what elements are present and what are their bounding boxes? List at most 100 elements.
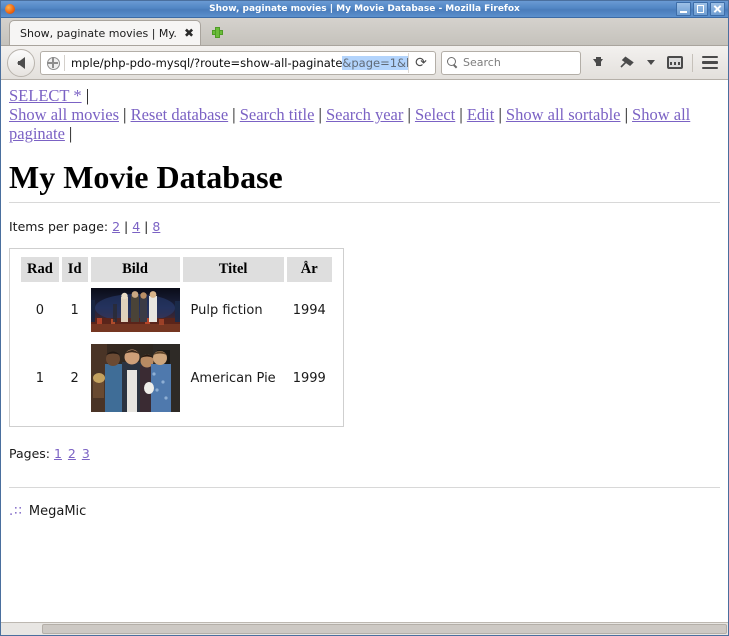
cell-image [90, 338, 180, 418]
toolbar-divider [692, 53, 693, 72]
items-per-page-separator: | [124, 219, 129, 234]
bookmarks-dropdown[interactable] [644, 51, 658, 75]
movies-table-container: Rad Id Bild Titel År 0 1 Pulp fiction 19… [9, 248, 344, 427]
nav-link-show-all-sortable[interactable]: Show all sortable [506, 105, 621, 124]
items-per-page-control: Items per page: 2 | 4 | 8 [9, 219, 720, 234]
navigation-toolbar: mple/php-pdo-mysql/?route=show-all-pagin… [1, 46, 728, 80]
nav-link-search-title[interactable]: Search title [240, 105, 315, 124]
url-prefix-text: mple/php-pdo-mysql/?route=show-all-pagin… [71, 55, 343, 70]
reload-icon: ⟳ [415, 54, 427, 71]
movies-table-head: Rad Id Bild Titel År [21, 257, 332, 282]
firefox-logo-icon [3, 2, 17, 16]
nav-link-show-all-movies[interactable]: Show all movies [9, 105, 119, 124]
scrollbar-thumb[interactable] [42, 624, 727, 634]
cell-year: 1999 [292, 370, 326, 386]
address-bar-divider [64, 54, 65, 71]
nav-link-search-year[interactable]: Search year [326, 105, 403, 124]
items-per-page-option-2[interactable]: 2 [112, 219, 120, 234]
cell-title: Pulp fiction [190, 302, 263, 318]
download-arrow-icon [593, 57, 603, 66]
reload-button[interactable]: ⟳ [408, 52, 433, 73]
items-per-page-option-8[interactable]: 8 [152, 219, 160, 234]
plus-icon [211, 27, 223, 38]
window-titlebar: Show, paginate movies | My Movie Databas… [1, 1, 728, 18]
pocket-icon [667, 56, 683, 69]
american-pie-thumbnail [90, 344, 180, 412]
pulp-fiction-thumbnail [90, 288, 180, 332]
pagination: Pages: 1 2 3 [9, 446, 720, 461]
nav-separator: | [232, 105, 236, 124]
cell-image [90, 282, 180, 338]
nav-separator: | [624, 105, 628, 124]
page-viewport: SELECT * | Show all movies | Reset datab… [1, 80, 728, 622]
column-header-ar: År [286, 257, 332, 282]
column-header-bild: Bild [90, 257, 180, 282]
items-per-page-option-4[interactable]: 4 [132, 219, 140, 234]
column-header-rad: Rad [21, 257, 59, 282]
firefox-window: Show, paginate movies | My Movie Databas… [0, 0, 729, 636]
new-tab-button[interactable] [206, 20, 228, 45]
page-content: SELECT * | Show all movies | Reset datab… [1, 80, 728, 622]
table-row: 1 2 American Pie 1999 [21, 338, 332, 418]
downloads-button[interactable] [586, 51, 610, 75]
pagination-label: Pages: [9, 446, 50, 461]
open-menu-button[interactable] [698, 51, 722, 75]
items-per-page-separator: | [144, 219, 149, 234]
site-identity-icon[interactable] [45, 55, 61, 71]
footer-dots-icon: .∶∶ [9, 504, 23, 519]
close-tab-icon[interactable]: ✖ [184, 27, 194, 39]
footer-text: MegaMic [28, 504, 87, 519]
pin-icon [619, 56, 634, 68]
search-icon [447, 57, 458, 68]
nav-separator: | [318, 105, 322, 124]
pagination-page-3[interactable]: 3 [82, 446, 90, 461]
pocket-button[interactable] [663, 51, 687, 75]
search-placeholder: Search [463, 56, 501, 69]
nav-link-edit[interactable]: Edit [467, 105, 495, 124]
back-arrow-icon [17, 56, 25, 69]
nav-link-select-star[interactable]: SELECT * [9, 86, 82, 105]
cell-title: American Pie [190, 370, 276, 386]
site-navigation: SELECT * | Show all movies | Reset datab… [9, 86, 720, 143]
footer-divider [9, 487, 720, 488]
tab-show-paginate-movies[interactable]: Show, paginate movies | My... ✖ [9, 20, 201, 45]
tab-strip: Show, paginate movies | My... ✖ [1, 18, 728, 46]
page-footer: .∶∶ MegaMic [9, 504, 720, 519]
bookmarks-button[interactable] [615, 51, 639, 75]
page-title: My Movie Database [9, 159, 283, 195]
pagination-page-1[interactable]: 1 [54, 446, 62, 461]
address-bar-text: mple/php-pdo-mysql/?route=show-all-pagin… [71, 55, 408, 70]
address-bar[interactable]: mple/php-pdo-mysql/?route=show-all-pagin… [40, 50, 436, 75]
nav-separator: | [69, 124, 73, 143]
cell-rad: 0 [35, 302, 45, 318]
search-bar[interactable]: Search [441, 50, 581, 75]
pagination-page-2[interactable]: 2 [68, 446, 76, 461]
cell-id: 2 [70, 370, 79, 386]
maximize-button[interactable] [693, 2, 708, 16]
nav-separator: | [85, 86, 90, 105]
nav-separator: | [459, 105, 463, 124]
column-header-titel: Titel [182, 257, 284, 282]
nav-separator: | [123, 105, 127, 124]
table-row: 0 1 Pulp fiction 1994 [21, 282, 332, 338]
hamburger-menu-icon [702, 55, 718, 70]
movies-table-body: 0 1 Pulp fiction 1994 1 2 American Pie 1… [21, 282, 332, 418]
horizontal-scrollbar[interactable] [1, 622, 728, 635]
back-button[interactable] [7, 48, 35, 77]
window-title: Show, paginate movies | My Movie Databas… [209, 4, 520, 14]
chevron-down-icon [647, 60, 655, 65]
close-window-button[interactable] [710, 2, 725, 16]
cell-rad: 1 [35, 370, 45, 386]
nav-link-reset-database[interactable]: Reset database [131, 105, 229, 124]
movies-table: Rad Id Bild Titel År 0 1 Pulp fiction 19… [18, 257, 335, 418]
tab-label: Show, paginate movies | My... [20, 26, 176, 40]
window-controls [676, 2, 725, 16]
table-header-row: Rad Id Bild Titel År [21, 257, 332, 282]
nav-row-secondary: Show all movies | Reset database | Searc… [9, 105, 720, 143]
cell-year: 1994 [292, 302, 326, 318]
column-header-id: Id [61, 257, 88, 282]
title-divider [9, 202, 720, 203]
nav-link-select[interactable]: Select [415, 105, 455, 124]
url-selected-text: &page=1&hits=2 [342, 55, 408, 70]
minimize-button[interactable] [676, 2, 691, 16]
